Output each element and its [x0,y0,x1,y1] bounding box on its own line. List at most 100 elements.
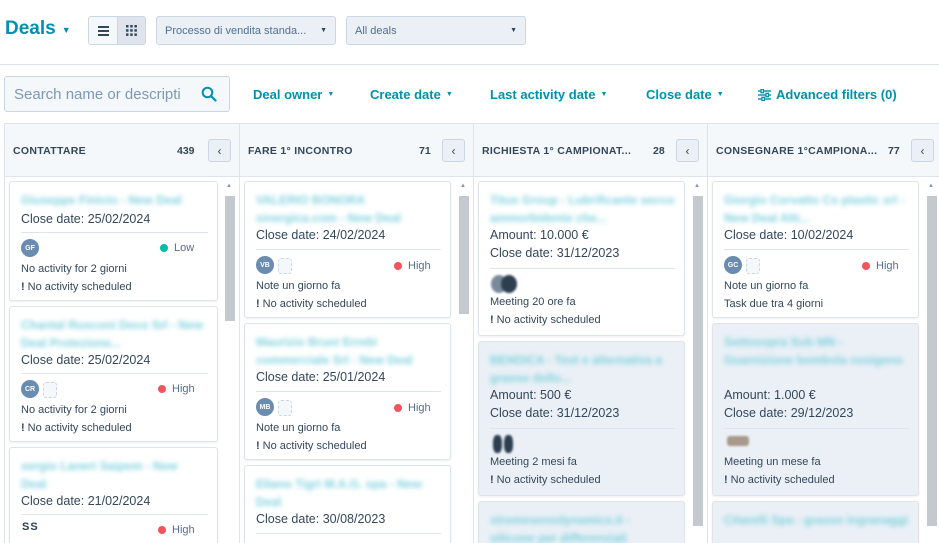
scroll-up-icon[interactable]: ▲ [226,183,232,189]
collapse-column-button[interactable]: ‹ [208,139,231,162]
deal-card[interactable]: sergio Laneri Saipem - New Deal Close da… [9,447,218,543]
top-bar: Deals ▼ Processo di vendita standa... ▼ … [0,0,939,64]
scroll-up-icon[interactable]: ▲ [928,183,934,189]
deal-close-date: Close date: 10/02/2024 [724,228,854,242]
column-count: 77 [888,145,900,157]
scroll-thumb[interactable] [225,196,235,321]
column-body: Giorgio Corvatto Cs plastic srl - New De… [708,177,939,543]
deal-title[interactable]: Sottosopra Sub MN - Guarnizione bombola … [724,333,909,369]
alert-icon: ! [21,281,25,293]
schedule-label: No activity scheduled [262,440,367,452]
deal-title[interactable]: Giorgio Corvatto Cs plastic srl - New De… [724,191,909,227]
company-logo: SS [22,521,39,533]
column-scrollbar[interactable]: ▲ [692,179,704,543]
column-name: FARE 1° INCONTRO [248,145,353,157]
schedule-text: ! No activity scheduled [490,474,601,486]
deal-title[interactable]: xtremesensdynamics.it - silicone per dif… [490,511,675,543]
deal-card[interactable]: Giuseppe Finicio - New Deal Close date: … [9,181,218,301]
priority-label: Low [174,242,195,254]
card-divider [21,373,208,374]
board-view-button[interactable] [117,17,145,44]
chevron-left-icon: ‹ [217,143,222,158]
activity-text: No activity for 2 giorni [21,404,127,416]
last-activity-date-label: Last activity date [490,87,596,102]
last-activity-date-filter[interactable]: Last activity date ▼ [490,87,607,102]
column-scrollbar[interactable]: ▲ [926,179,938,543]
deal-title[interactable]: Giuseppe Finicio - New Deal [21,191,182,209]
deal-amount: Amount: 10.000 € [490,228,589,242]
column-scrollbar[interactable]: ▲ [458,179,470,543]
activity-text: Note un giorno fa [724,280,809,292]
column-count: 439 [177,145,195,157]
card-divider [256,391,441,392]
caret-down-icon: ▼ [600,91,608,98]
deal-card[interactable]: Giorgio Corvatto Cs plastic srl - New De… [712,181,919,318]
scroll-thumb[interactable] [459,196,469,314]
deal-title[interactable]: Citarelli Spa - grasso ingranaggi [724,511,909,529]
card-divider [724,249,909,250]
collapse-column-button[interactable]: ‹ [676,139,699,162]
priority-label: High [876,260,899,272]
deal-close-date: Close date: 25/02/2024 [21,212,151,226]
deal-title[interactable]: Maurizio Bruni Errebi commerciale Srl - … [256,333,441,369]
chevron-left-icon: ‹ [920,143,925,158]
scroll-thumb[interactable] [693,196,703,526]
deal-owner-filter[interactable]: Deal owner ▼ [253,87,334,102]
scroll-up-icon[interactable]: ▲ [460,183,466,189]
deal-card[interactable]: VALERIO BONORA sinergica.com - New Deal … [244,181,451,318]
view-select[interactable]: All deals ▼ [346,16,526,45]
deal-close-date: Close date: 31/12/2023 [490,406,620,420]
priority-label: High [172,383,195,395]
deal-card[interactable]: Maurizio Bruni Errebi commerciale Srl - … [244,323,451,460]
deal-title[interactable]: BENDICA - Test e alternativa a grasso de… [490,351,675,387]
scroll-thumb[interactable] [927,196,937,526]
chevron-left-icon: ‹ [685,143,690,158]
column-count: 71 [419,145,431,157]
deal-title[interactable]: Titus Group - Lubrificante secco ammorbi… [490,191,675,227]
deal-card[interactable]: Citarelli Spa - grasso ingranaggi [712,501,919,543]
caret-down-icon: ▼ [61,25,71,35]
activity-text: Meeting 2 mesi fa [490,456,577,468]
column-scrollbar[interactable]: ▲ [224,179,236,543]
schedule-text: ! No activity scheduled [256,440,367,452]
divider [0,64,939,65]
deal-title[interactable]: Eliano Tigri M.A.G. spa - New Deal [256,475,441,511]
deal-card[interactable]: xtremesensdynamics.it - silicone per dif… [478,501,685,543]
schedule-text: ! No activity scheduled [21,281,132,293]
column-name: CONSEGNARE 1°CAMPIONA... [716,145,878,157]
deal-amount: Amount: 500 € [490,388,572,402]
board-column-consegnare-campionatura: CONSEGNARE 1°CAMPIONA... 77 ‹ Giorgio Co… [708,124,939,543]
search-input[interactable] [14,85,194,103]
deal-close-date: Close date: 24/02/2024 [256,228,386,242]
deal-title[interactable]: VALERIO BONORA sinergica.com - New Deal [256,191,441,227]
deal-card[interactable]: Eliano Tigri M.A.G. spa - New Deal Close… [244,465,451,543]
priority-badge: High [394,260,431,272]
caret-down-icon: ▼ [445,91,453,98]
deal-card[interactable]: BENDICA - Test e alternativa a grasso de… [478,341,685,496]
create-date-filter[interactable]: Create date ▼ [370,87,453,102]
scroll-up-icon[interactable]: ▲ [694,183,700,189]
schedule-label: No activity scheduled [730,474,835,486]
deal-title[interactable]: Chantal Rusconi Deco Srl - New Deal Prot… [21,316,206,352]
deal-board: CONTATTARE 439 ‹ Giuseppe Finicio - New … [4,123,939,543]
deal-title[interactable]: sergio Laneri Saipem - New Deal [21,457,206,493]
avatar: VB [256,256,274,274]
deal-card[interactable]: Chantal Rusconi Deco Srl - New Deal Prot… [9,306,218,442]
deal-close-date: Close date: 25/02/2024 [21,353,151,367]
collapse-column-button[interactable]: ‹ [442,139,465,162]
advanced-filters-button[interactable]: Advanced filters (0) [758,87,897,102]
deal-card[interactable]: Titus Group - Lubrificante secco ammorbi… [478,181,685,336]
priority-badge: High [158,524,195,536]
close-date-filter[interactable]: Close date ▼ [646,87,724,102]
column-name: RICHIESTA 1° CAMPIONAT... [482,145,632,157]
avatar: MB [256,398,274,416]
collapse-column-button[interactable]: ‹ [911,139,934,162]
priority-badge: High [394,402,431,414]
pipeline-select[interactable]: Processo di vendita standa... ▼ [156,16,336,45]
search-icon[interactable] [201,86,217,102]
deal-card[interactable]: Sottosopra Sub MN - Guarnizione bombola … [712,323,919,496]
schedule-text: Task due tra 4 giorni [724,298,824,310]
object-switcher[interactable]: Deals ▼ [5,18,71,40]
priority-dot [160,244,168,252]
list-view-button[interactable] [89,17,117,44]
